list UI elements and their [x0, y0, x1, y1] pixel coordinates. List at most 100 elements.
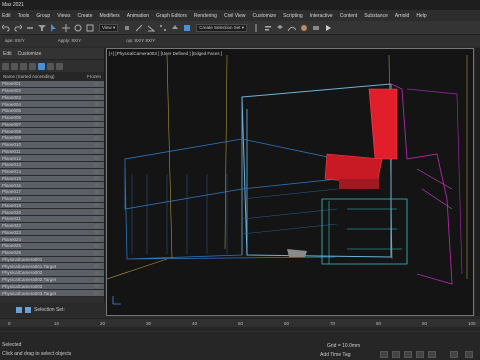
freeze-toggle-icon[interactable] — [94, 257, 99, 262]
percent-snap-icon[interactable] — [159, 24, 167, 32]
freeze-toggle-icon[interactable] — [94, 81, 99, 86]
next-frame-icon[interactable] — [416, 351, 424, 358]
layers-icon[interactable] — [56, 62, 63, 70]
list-item[interactable]: Plane012 — [0, 155, 104, 162]
freeze-toggle-icon[interactable] — [94, 88, 99, 93]
list-item[interactable]: Plane007 — [0, 121, 104, 129]
list-item[interactable]: Plane016 — [0, 182, 104, 189]
list-item[interactable]: Plane005 — [0, 108, 104, 115]
list-item[interactable]: Plane022 — [0, 222, 104, 230]
list-item[interactable]: Plane018 — [0, 195, 104, 203]
mirror-icon[interactable] — [252, 23, 260, 32]
list-item[interactable]: Plane006 — [0, 114, 104, 122]
spinner-snap-icon[interactable] — [171, 24, 179, 32]
list-item[interactable]: Plane017 — [0, 189, 104, 196]
display-all-icon[interactable] — [11, 62, 18, 70]
list-item[interactable]: Plane003 — [0, 94, 104, 102]
toolbar2-middle[interactable]: Apply: 8X/Y — [58, 38, 82, 43]
angle-snap-icon[interactable] — [147, 24, 156, 32]
list-item[interactable]: PhysicalCamera002.Target — [0, 276, 104, 284]
curve-editor-icon[interactable] — [288, 24, 296, 32]
objects-icon[interactable] — [38, 62, 45, 70]
play-icon[interactable] — [404, 351, 412, 358]
menu-tools[interactable]: Tools — [18, 13, 30, 19]
freeze-toggle-icon[interactable] — [94, 169, 99, 174]
tab-edit[interactable]: Edit — [3, 51, 12, 57]
list-item[interactable]: PhysicalCamera001.Target — [0, 263, 104, 270]
freeze-toggle-icon[interactable] — [94, 115, 99, 120]
menu-customize[interactable]: Customize — [253, 13, 277, 19]
freeze-toggle-icon[interactable] — [94, 277, 99, 282]
list-item[interactable]: Plane026 — [0, 249, 104, 257]
freeze-toggle-icon[interactable] — [94, 291, 99, 296]
freeze-toggle-icon[interactable] — [94, 162, 99, 167]
material-editor-icon[interactable] — [300, 24, 308, 32]
hierarchy-icon[interactable] — [47, 62, 54, 70]
list-item[interactable]: Plane002 — [0, 87, 104, 95]
layer-icon[interactable] — [276, 24, 284, 32]
menu-arnold[interactable]: Arnold — [395, 13, 409, 19]
freeze-toggle-icon[interactable] — [94, 176, 99, 181]
menu-create[interactable]: Create — [77, 13, 92, 19]
undo-icon[interactable] — [2, 24, 10, 32]
freeze-toggle-icon[interactable] — [94, 196, 99, 201]
align-icon[interactable] — [264, 24, 272, 32]
menu-help[interactable]: Help — [416, 13, 426, 19]
list-item[interactable]: PhysicalCamera001 — [0, 256, 104, 264]
menu-modifiers[interactable]: Modifiers — [99, 13, 119, 19]
freeze-toggle-icon[interactable] — [94, 95, 99, 100]
scale-icon[interactable] — [86, 24, 94, 32]
render-setup-icon[interactable] — [312, 24, 320, 32]
render-icon[interactable] — [324, 24, 332, 32]
timeline-track[interactable] — [0, 327, 480, 331]
freeze-toggle-icon[interactable] — [94, 135, 99, 140]
freeze-toggle-icon[interactable] — [94, 270, 99, 275]
freeze-toggle-icon[interactable] — [94, 183, 99, 188]
link-icon[interactable] — [26, 24, 34, 32]
select-icon[interactable] — [50, 23, 58, 32]
menu-scripting[interactable]: Scripting — [283, 13, 302, 19]
list-item[interactable]: Plane001 — [0, 81, 104, 88]
freeze-toggle-icon[interactable] — [94, 237, 99, 242]
menu-substance[interactable]: Substance — [364, 13, 388, 19]
list-item[interactable]: Plane004 — [0, 101, 104, 108]
freeze-toggle-icon[interactable] — [94, 149, 99, 154]
freeze-toggle-icon[interactable] — [94, 203, 99, 208]
menu-civil-view[interactable]: Civil View — [224, 13, 246, 19]
menu-views[interactable]: Views — [57, 13, 70, 19]
filter-icon[interactable] — [38, 24, 46, 32]
freeze-toggle-icon[interactable] — [94, 264, 99, 269]
column-name[interactable]: Name (Sorted Ascending) — [3, 74, 55, 79]
display-none-icon[interactable] — [2, 62, 9, 70]
move-icon[interactable] — [62, 23, 70, 32]
list-item[interactable]: Plane021 — [0, 216, 104, 223]
add-time-tag[interactable]: Add Time Tag — [320, 352, 350, 358]
menu-edit[interactable]: Edit — [2, 13, 11, 19]
list-item[interactable]: Plane015 — [0, 175, 104, 183]
freeze-toggle-icon[interactable] — [94, 284, 99, 289]
list-item[interactable]: Plane014 — [0, 168, 104, 176]
list-item[interactable]: Plane019 — [0, 202, 104, 210]
snap-icon[interactable] — [135, 24, 143, 32]
column-frozen[interactable]: Frozen — [87, 74, 101, 79]
freeze-toggle-icon[interactable] — [94, 122, 99, 127]
freeze-toggle-icon[interactable] — [94, 223, 99, 228]
menu-graph-editors[interactable]: Graph Editors — [156, 13, 187, 19]
previous-frame-icon[interactable] — [392, 351, 400, 358]
freeze-toggle-icon[interactable] — [94, 216, 99, 221]
time-config-icon[interactable] — [450, 351, 458, 358]
menu-rendering[interactable]: Rendering — [194, 13, 217, 19]
list-item[interactable]: Plane010 — [0, 141, 104, 149]
list-item[interactable]: Plane008 — [0, 128, 104, 135]
freeze-toggle-icon[interactable] — [94, 210, 99, 215]
freeze-toggle-icon[interactable] — [94, 142, 99, 147]
zoom-extents-icon[interactable] — [465, 351, 473, 358]
menu-interactive[interactable]: Interactive — [310, 13, 333, 19]
freeze-toggle-icon[interactable] — [94, 156, 99, 161]
list-item[interactable]: Plane011 — [0, 148, 104, 156]
edit-named-selection-icon[interactable] — [183, 24, 191, 32]
find-icon[interactable] — [20, 62, 27, 70]
filter-icon[interactable] — [29, 62, 36, 70]
list-item[interactable]: Plane024 — [0, 236, 104, 243]
freeze-toggle-icon[interactable] — [94, 129, 99, 134]
